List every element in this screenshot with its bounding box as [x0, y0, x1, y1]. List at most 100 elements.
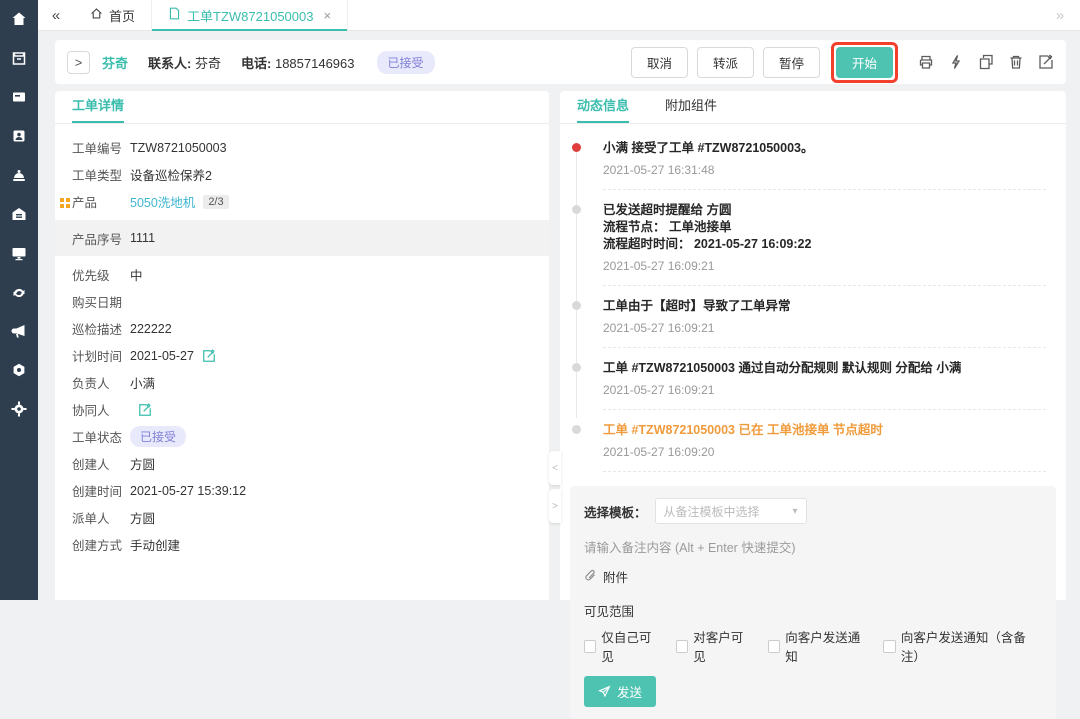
- detail-field-row: 购买日期: [55, 288, 549, 315]
- field-value-text: 方圆: [130, 454, 155, 473]
- delete-icon[interactable]: [1007, 54, 1024, 71]
- pause-button[interactable]: 暂停: [763, 47, 820, 78]
- field-value-text: 2021-05-27 15:39:12: [130, 484, 246, 498]
- detail-panel-tabs: 工单详情: [55, 91, 549, 124]
- field-value: 2021-05-27 15:39:12: [130, 484, 246, 498]
- field-value-text: 方圆: [130, 508, 155, 527]
- workorder-icon[interactable]: [11, 88, 28, 105]
- announce-icon[interactable]: [11, 322, 28, 339]
- workorder-detail-panel: 工单详情 工单编号TZW8721050003 工单类型设备巡检保养2 产品5050洗…: [55, 91, 549, 600]
- timeline-entry-text: 工单由于【超时】导致了工单异常: [603, 298, 1046, 315]
- detail-field-row: 巡检描述222222: [55, 315, 549, 342]
- warehouse-icon[interactable]: [11, 205, 28, 222]
- tab-workorder[interactable]: 工单TZW8721050003 ×: [151, 0, 348, 30]
- contact-value: 芬奇: [195, 56, 221, 71]
- share-icon[interactable]: [11, 283, 28, 300]
- edit-field-icon[interactable]: [138, 403, 152, 417]
- timeline-separator: [603, 471, 1046, 472]
- field-value: 222222: [130, 322, 172, 336]
- visibility-option-label: 向客户发送通知: [785, 627, 867, 665]
- timeline-entry-time: 2021-05-27 16:09:21: [603, 259, 1046, 273]
- tab-home[interactable]: 首页: [74, 0, 151, 30]
- product-icon[interactable]: [11, 166, 28, 183]
- customer-icon[interactable]: [11, 127, 28, 144]
- customer-name-link[interactable]: 芬奇: [102, 53, 128, 72]
- start-button[interactable]: 开始: [836, 47, 893, 78]
- field-value-text: 222222: [130, 322, 172, 336]
- detail-field-row: 派单人方圆: [55, 504, 549, 531]
- detail-field-row: 产品5050洗地机2/3: [55, 188, 549, 215]
- workorder-header: > 芬奇 联系人: 芬奇 电话: 18857146963 已接受 取消 转派 暂…: [55, 40, 1066, 84]
- detail-field-row: 协同人: [55, 396, 549, 423]
- expand-tabs-icon[interactable]: »: [1040, 0, 1080, 30]
- checkbox[interactable]: [883, 640, 895, 653]
- field-value: 方圆: [130, 508, 155, 527]
- template-select[interactable]: 从备注模板中选择 ▾: [655, 498, 807, 524]
- timeline-dot: [572, 301, 581, 310]
- monitor-icon[interactable]: [11, 244, 28, 261]
- paperclip-icon: [584, 569, 597, 585]
- edit-field-icon[interactable]: [202, 349, 216, 363]
- field-value: 设备巡检保养2: [130, 165, 212, 184]
- activity-panel-tabs: 动态信息 附加组件: [560, 91, 1066, 124]
- start-button-wrap: 开始: [831, 42, 898, 83]
- send-button-label: 发送: [617, 682, 642, 701]
- tab-activity[interactable]: 动态信息: [577, 95, 629, 123]
- field-label: 负责人: [72, 373, 130, 392]
- tab-addons[interactable]: 附加组件: [665, 95, 717, 123]
- field-label: 工单类型: [72, 165, 130, 184]
- header-icon-group: [917, 54, 1054, 71]
- contact-field: 联系人: 芬奇: [148, 53, 221, 72]
- field-value: 小满: [130, 373, 155, 392]
- checkbox[interactable]: [768, 640, 780, 653]
- field-label: 创建时间: [72, 481, 130, 500]
- timeline-dot: [572, 205, 581, 214]
- visibility-option[interactable]: 向客户发送通知（含备注）: [883, 627, 1042, 665]
- field-label: 工单状态: [72, 427, 130, 446]
- field-value-text: 小满: [130, 373, 155, 392]
- flash-icon[interactable]: [947, 54, 964, 71]
- field-label: 巡检描述: [72, 319, 130, 338]
- app-sidebar: [0, 0, 38, 600]
- field-label: 产品序号: [72, 229, 130, 248]
- visibility-option[interactable]: 仅自己可见: [584, 627, 660, 665]
- timeline-entry-time: 2021-05-27 16:31:48: [603, 163, 1046, 177]
- send-button[interactable]: 发送: [584, 676, 656, 707]
- attachment-label: 附件: [603, 567, 628, 586]
- transfer-button[interactable]: 转派: [697, 47, 754, 78]
- note-composer: 选择模板： 从备注模板中选择 ▾ 请输入备注内容 (Alt + Enter 快速…: [570, 486, 1056, 719]
- checkbox[interactable]: [676, 640, 688, 653]
- field-value-link[interactable]: 5050洗地机2/3: [130, 192, 229, 211]
- attachment-button[interactable]: 附件: [584, 567, 1042, 586]
- edit-icon[interactable]: [1037, 54, 1054, 71]
- panel-collapse-right-handle[interactable]: >: [549, 489, 561, 523]
- collapse-tabs-icon[interactable]: «: [38, 0, 74, 30]
- field-label: 优先级: [72, 265, 130, 284]
- print-icon[interactable]: [917, 54, 934, 71]
- visibility-label: 可见范围: [584, 601, 1042, 620]
- workorder-status-badge: 已接受: [130, 426, 186, 447]
- detail-field-row: 创建人方圆: [55, 450, 549, 477]
- visibility-option[interactable]: 对客户可见: [676, 627, 752, 665]
- copy-icon[interactable]: [977, 54, 994, 71]
- chevron-down-icon: ▾: [792, 506, 797, 517]
- panel-collapse-left-handle[interactable]: <: [549, 451, 561, 485]
- cancel-button[interactable]: 取消: [631, 47, 688, 78]
- orders-icon[interactable]: [11, 49, 28, 66]
- close-icon[interactable]: ×: [323, 8, 331, 23]
- note-input[interactable]: 请输入备注内容 (Alt + Enter 快速提交): [584, 537, 1042, 556]
- visibility-option[interactable]: 向客户发送通知: [768, 627, 868, 665]
- checkbox[interactable]: [584, 640, 596, 653]
- field-value: TZW8721050003: [130, 141, 227, 155]
- timeline-entry-text: 流程超时时间： 2021-05-27 16:09:22: [603, 236, 1046, 253]
- home-icon[interactable]: [11, 10, 28, 27]
- detail-field-row: 创建方式手动创建: [55, 531, 549, 558]
- gear-icon[interactable]: [11, 400, 28, 417]
- detail-field-row: 工单编号TZW8721050003: [55, 134, 549, 161]
- expand-detail-button[interactable]: >: [67, 51, 90, 74]
- settings-icon[interactable]: [11, 361, 28, 378]
- field-value: 方圆: [130, 454, 155, 473]
- activity-panel: 动态信息 附加组件 小满 接受了工单 #TZW8721050003。2021-0…: [560, 91, 1066, 600]
- product-grid-icon: [60, 197, 70, 207]
- tab-workorder-detail[interactable]: 工单详情: [72, 95, 124, 123]
